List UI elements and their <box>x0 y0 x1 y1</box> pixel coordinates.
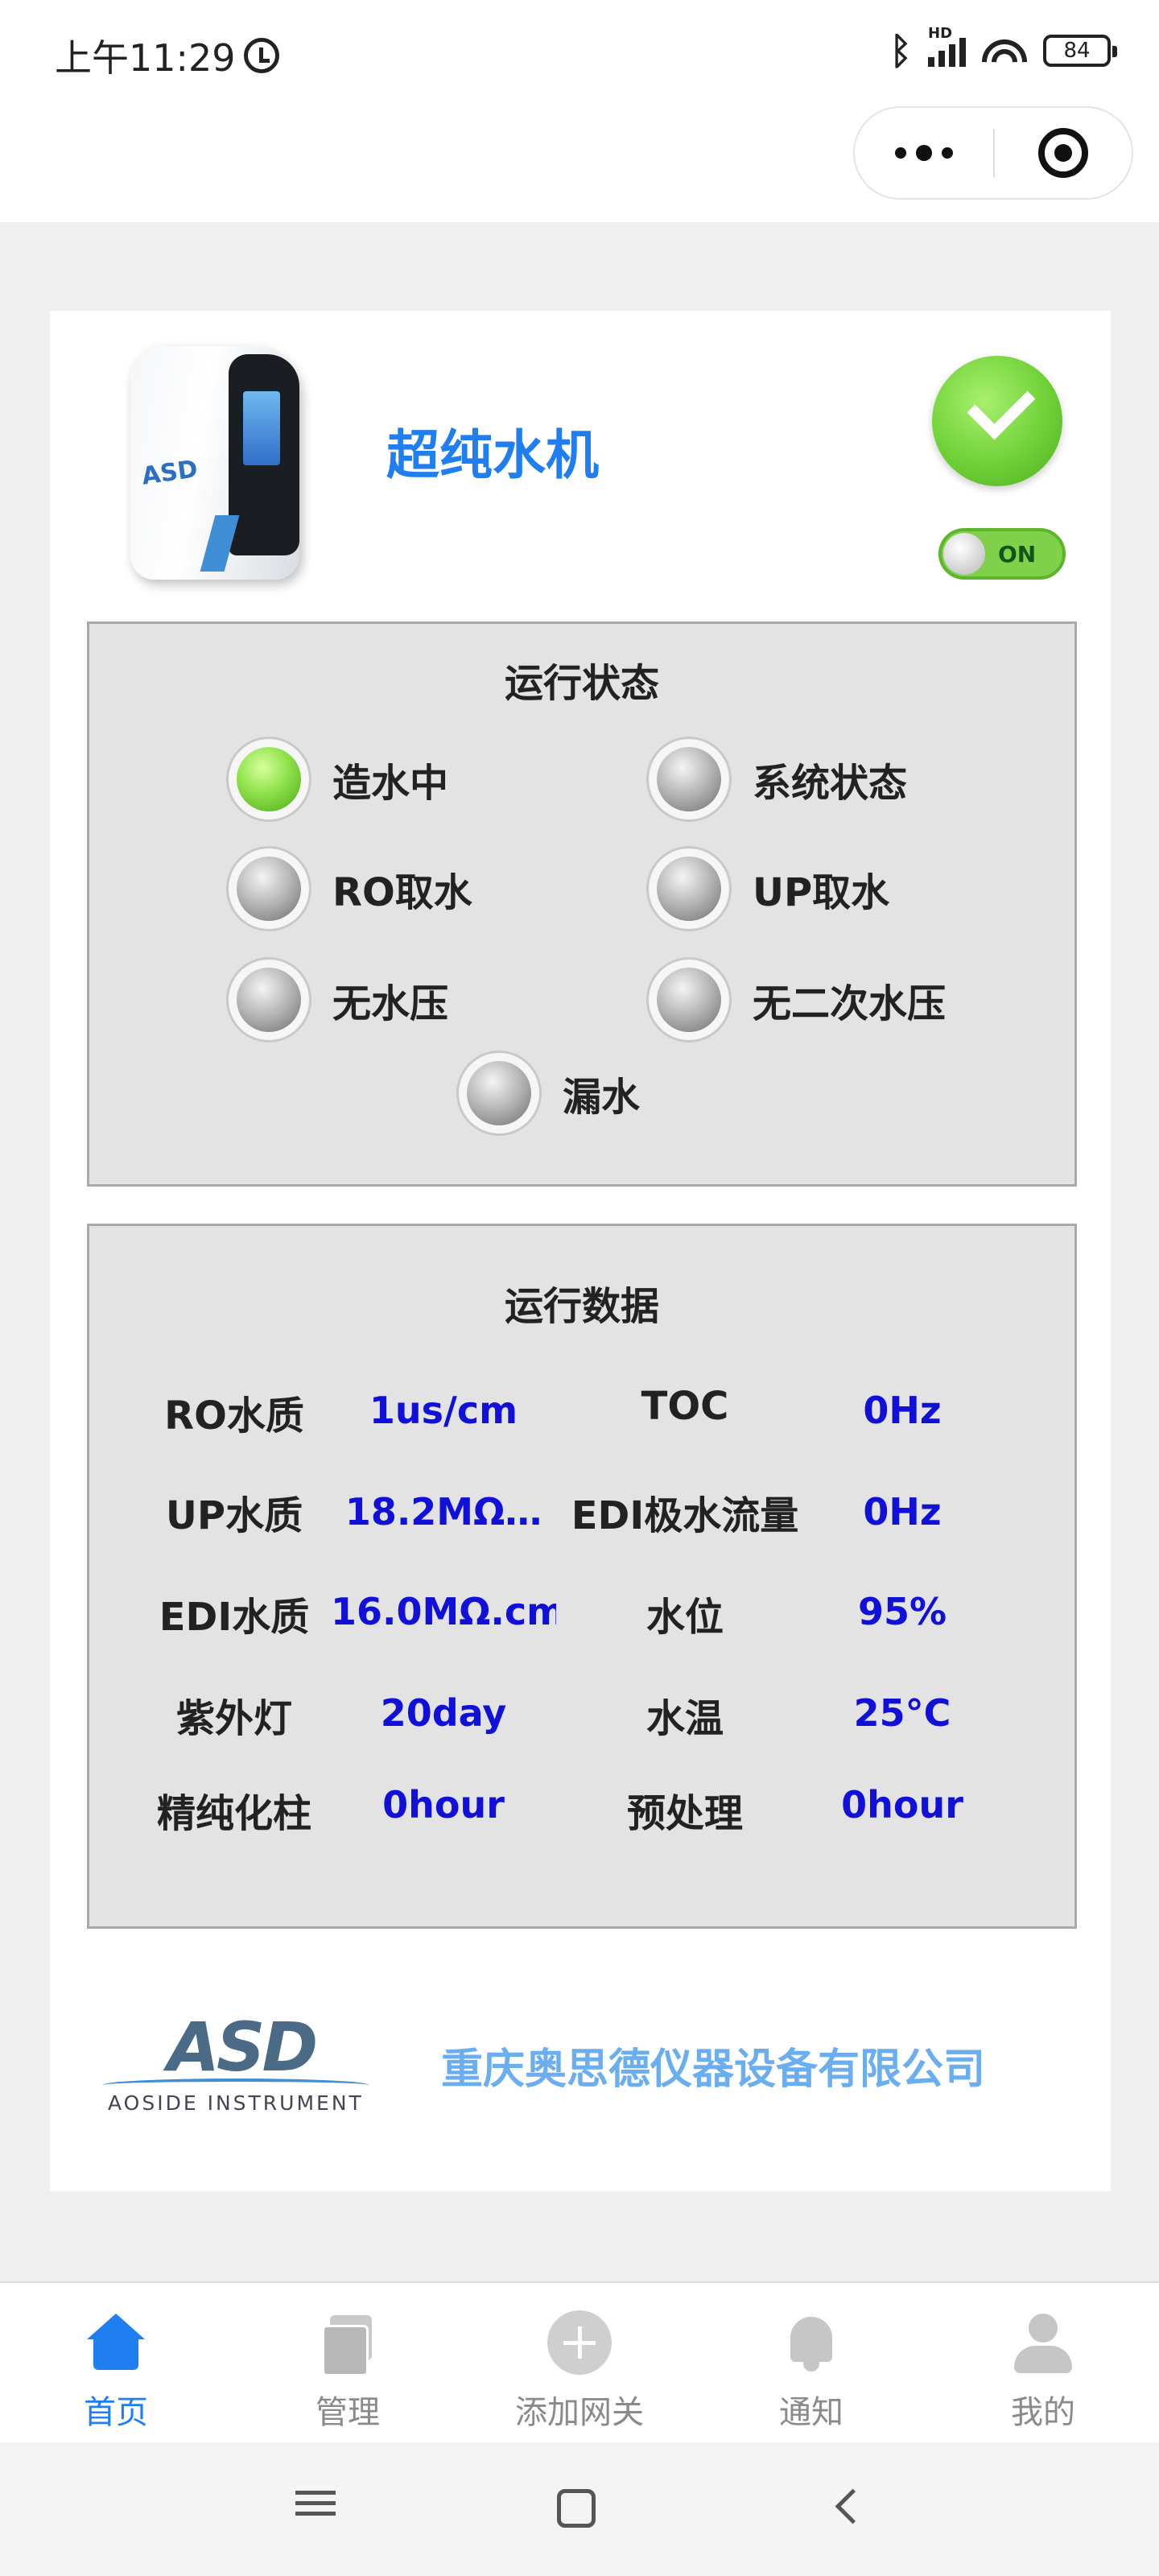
back-icon[interactable] <box>824 2484 872 2533</box>
tab-profile[interactable]: 我的 <box>927 2283 1159 2442</box>
more-button[interactable] <box>855 145 993 161</box>
data-label: 水温 <box>645 1696 724 1741</box>
data-label: TOC <box>641 1384 729 1429</box>
run-status-title: 运行状态 <box>504 661 659 706</box>
home-icon <box>84 2310 148 2375</box>
bluetooth-icon: ᛒ <box>889 29 912 72</box>
power-state-label: ON <box>998 541 1037 568</box>
data-value: 0hour <box>382 1783 505 1827</box>
led-indicator-on <box>226 737 311 822</box>
tab-notifications[interactable]: 通知 <box>695 2283 927 2442</box>
wifi-icon <box>982 35 1027 67</box>
run-data-panel: 运行数据 RO水质 1us/cm TOC 0Hz UP水质 18.2MΩ… ED… <box>87 1224 1077 1929</box>
data-value: 25°C <box>853 1691 951 1735</box>
indicator-label: UP取水 <box>753 870 890 915</box>
device-image: ASD <box>130 338 299 580</box>
status-indicator: 无水压 <box>226 957 448 1042</box>
battery-icon: 84 <box>1043 35 1117 67</box>
run-data-title: 运行数据 <box>504 1284 659 1329</box>
indicator-label: 系统状态 <box>753 761 908 806</box>
home-nav-icon[interactable] <box>557 2489 596 2528</box>
power-toggle[interactable]: ON <box>938 528 1066 580</box>
top-bar: 上午11:29 ᛒ HD 84 <box>0 0 1159 222</box>
hd-label: HD <box>928 25 953 42</box>
data-value: 0hour <box>841 1783 963 1827</box>
indicator-label: RO取水 <box>332 870 472 915</box>
company-name: 重庆奥思德仪器设备有限公司 <box>441 2046 986 2094</box>
tab-label: 管理 <box>316 2394 380 2431</box>
data-label: EDI水质 <box>159 1595 310 1640</box>
led-indicator-off <box>226 846 311 931</box>
page-title: 超纯水机 <box>386 424 599 486</box>
data-value: 20day <box>380 1691 507 1735</box>
led-indicator-off <box>646 846 732 931</box>
data-label: 精纯化柱 <box>156 1791 311 1836</box>
status-bar-time: 上午11:29 <box>55 29 279 82</box>
status-indicator: UP取水 <box>646 846 889 931</box>
close-button[interactable] <box>995 128 1132 178</box>
led-indicator-off <box>646 737 732 822</box>
tab-home[interactable]: 首页 <box>0 2283 232 2442</box>
tab-label: 通知 <box>779 2394 843 2431</box>
led-indicator-off <box>646 957 732 1042</box>
indicator-label: 漏水 <box>563 1075 641 1120</box>
data-label: UP水质 <box>165 1493 303 1538</box>
manage-icon <box>316 2310 380 2376</box>
clock-text: 上午11:29 <box>55 36 236 80</box>
data-label: 紫外灯 <box>175 1696 292 1741</box>
status-indicator: 造水中 <box>226 737 448 822</box>
add-gateway-icon <box>547 2310 612 2375</box>
profile-icon <box>1011 2310 1075 2375</box>
bell-icon <box>779 2310 843 2375</box>
company-logo: ASD AOSIDE INSTRUMENT <box>95 2008 377 2128</box>
bottom-tab-bar: 首页 管理 添加网关 通知 我的 <box>0 2281 1159 2442</box>
device-card: ASD 超纯水机 ON 运行状态 造水中 系统状态 RO取水 UP取水 无水压 <box>50 311 1111 2191</box>
tab-label: 我的 <box>1011 2394 1075 2431</box>
target-icon <box>1038 128 1088 178</box>
led-indicator-off <box>226 957 311 1042</box>
data-label: RO水质 <box>164 1393 304 1439</box>
miniprogram-capsule <box>853 106 1133 200</box>
data-label: 预处理 <box>626 1791 743 1836</box>
indicator-label: 无二次水压 <box>753 981 947 1026</box>
tab-manage[interactable]: 管理 <box>232 2283 464 2442</box>
tab-label: 首页 <box>84 2394 148 2431</box>
toggle-knob <box>943 533 985 575</box>
status-indicator: 无二次水压 <box>646 957 946 1042</box>
run-status-panel: 运行状态 造水中 系统状态 RO取水 UP取水 无水压 无二次水压 漏水 <box>87 621 1077 1187</box>
data-value: 95% <box>857 1590 947 1633</box>
status-bar-icons: ᛒ HD 84 <box>889 25 1117 72</box>
logo-subtitle: AOSIDE INSTRUMENT <box>108 2091 364 2115</box>
indicator-label: 无水压 <box>332 981 449 1026</box>
data-value: 18.2MΩ… <box>344 1490 542 1534</box>
alarm-icon <box>243 38 279 73</box>
data-value: 16.0MΩ.cm <box>331 1590 556 1633</box>
indicator-label: 造水中 <box>332 761 449 806</box>
data-value: 0Hz <box>863 1389 942 1432</box>
data-value: 0Hz <box>863 1490 942 1534</box>
tab-add-gateway[interactable]: 添加网关 <box>464 2283 695 2442</box>
status-indicator: 系统状态 <box>646 737 907 822</box>
led-indicator-off <box>456 1051 542 1136</box>
system-nav-bar <box>0 2442 1159 2576</box>
menu-icon[interactable] <box>291 2484 340 2533</box>
data-value: 1us/cm <box>369 1389 518 1432</box>
logo-mark: ASD <box>167 2008 318 2087</box>
status-ok-icon <box>932 356 1062 486</box>
tab-label: 添加网关 <box>515 2394 644 2431</box>
status-indicator: RO取水 <box>226 846 472 931</box>
data-label: 水位 <box>645 1595 724 1640</box>
data-label: EDI极水流量 <box>571 1493 799 1538</box>
signal-icon: HD <box>928 25 966 67</box>
status-indicator: 漏水 <box>456 1051 640 1136</box>
